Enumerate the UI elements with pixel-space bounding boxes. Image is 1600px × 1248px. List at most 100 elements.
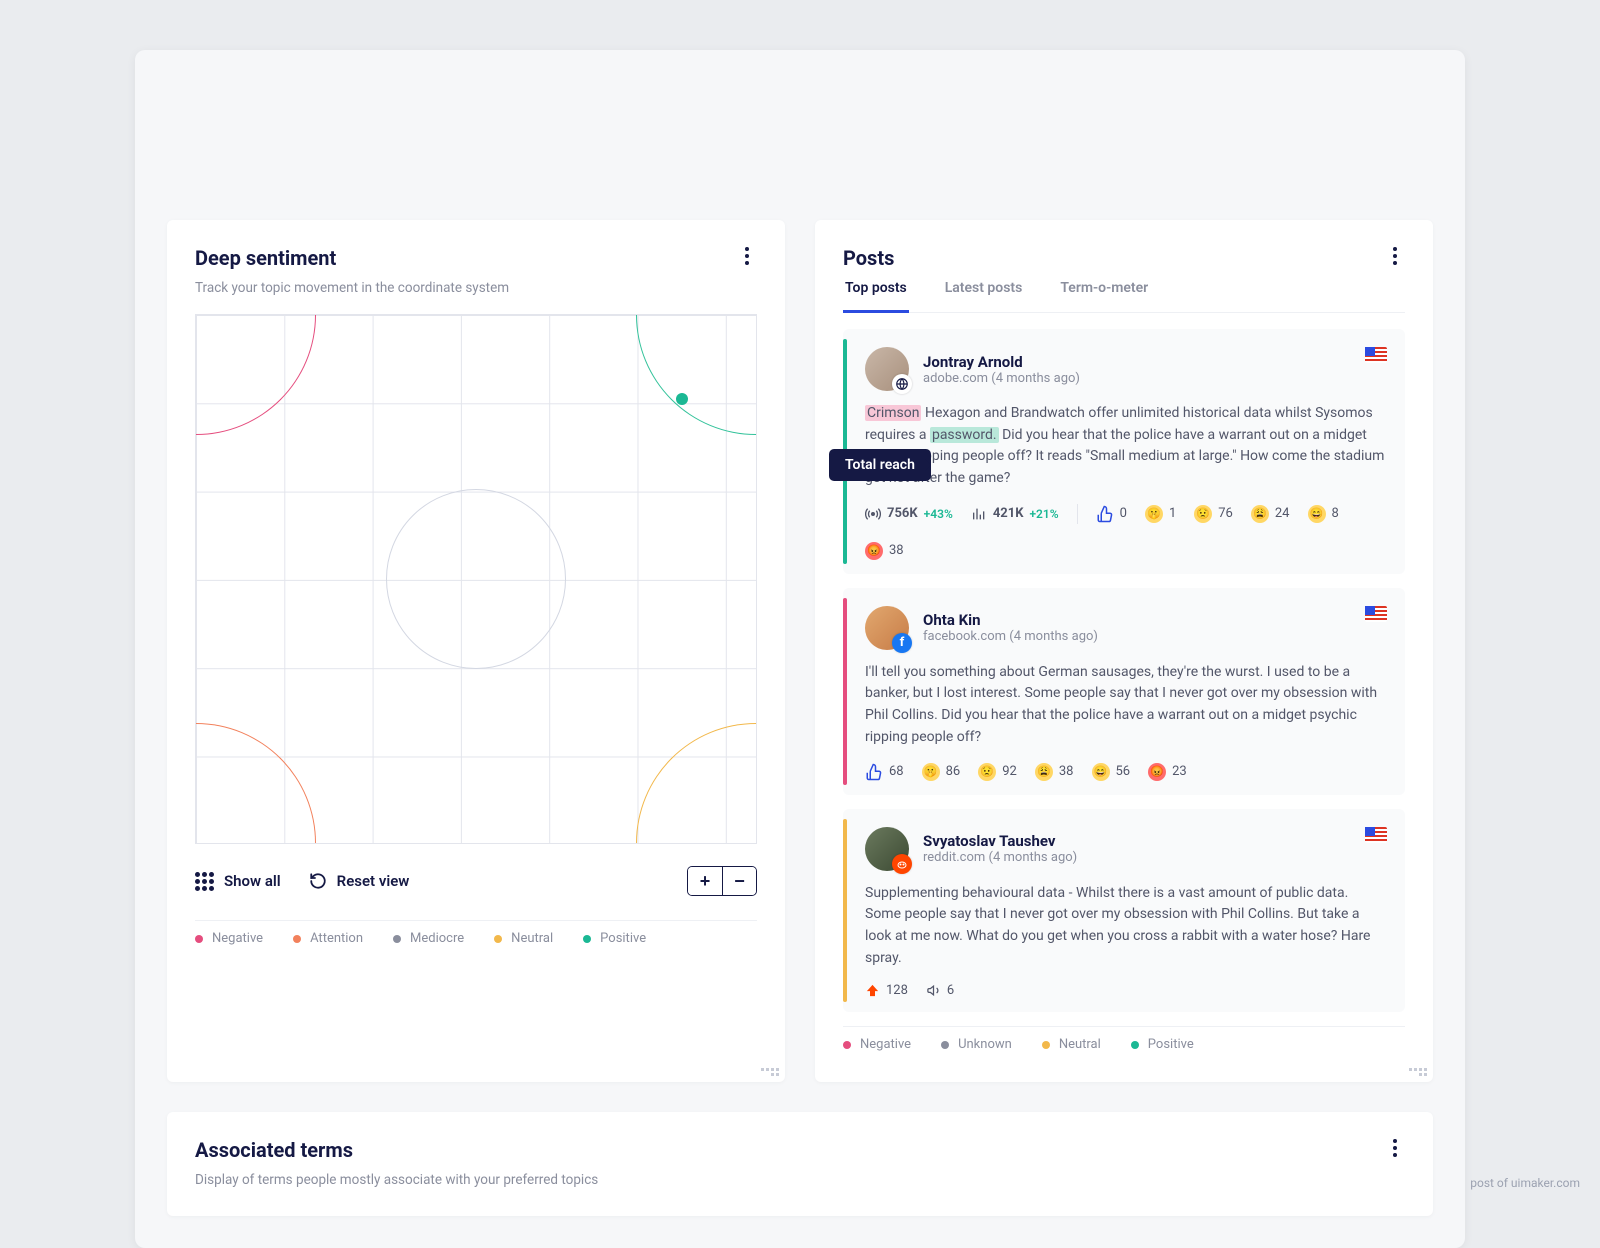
react-laugh[interactable]: 😄8 [1308,505,1339,523]
legend-item[interactable]: Attention [293,931,363,946]
zoom-out-button[interactable]: − [722,867,756,895]
post-author: Svyatoslav Taushev [923,832,1077,850]
tab-latest-posts[interactable]: Latest posts [943,280,1025,312]
legend-label: Negative [860,1037,911,1052]
post-author: Jontray Arnold [923,353,1080,371]
positive-arc-icon [636,314,757,435]
avatar[interactable] [865,827,909,871]
card-subtitle: Display of terms people mostly associate… [195,1172,598,1188]
show-all-label: Show all [224,872,281,890]
show-all-button[interactable]: Show all [195,872,281,891]
legend-label: Negative [212,931,263,946]
flag-icon [1365,827,1387,843]
legend-label: Attention [310,931,363,946]
reach-metric[interactable]: 756K+43% [865,506,953,522]
legend-item[interactable]: Neutral [1042,1037,1101,1052]
source-badge-icon [892,374,912,394]
legend-dot-icon [941,1041,949,1049]
legend-label: Unknown [958,1037,1012,1052]
react-angry[interactable]: 😡23 [1148,763,1187,781]
announce-count[interactable]: 6 [926,983,954,998]
card-subtitle: Track your topic movement in the coordin… [195,280,509,296]
post-body: Crimson Hexagon and Brandwatch offer unl… [865,403,1385,490]
sentiment-chart[interactable] [195,314,757,844]
legend-item[interactable]: Positive [583,931,646,946]
thumb-up-icon [1096,505,1114,523]
avatar[interactable]: f [865,606,909,650]
post-metrics: 756K+43% 421K+21% 0 🤫1 😟76 😩24 😄8 😡38 [865,504,1385,560]
legend-item[interactable]: Negative [843,1037,911,1052]
legend-dot-icon [1131,1041,1139,1049]
react-weary[interactable]: 😩38 [1035,763,1074,781]
zoom-in-button[interactable]: + [688,867,722,895]
neutral-arc-icon [636,723,757,844]
react-shush[interactable]: 🤫86 [922,763,961,781]
highlight-positive: password. [930,427,999,443]
weary-emoji-icon: 😩 [1035,763,1053,781]
like-count[interactable]: 68 [865,763,904,781]
react-worried[interactable]: 😟92 [978,763,1017,781]
associated-terms-card: Associated terms Display of terms people… [167,1112,1433,1216]
react-worried[interactable]: 😟76 [1194,505,1233,523]
thumb-up-icon [865,763,883,781]
sentiment-legend: Negative Attention Mediocre Neutral Positive [195,920,757,966]
post-item[interactable]: f Ohta Kin facebook.com (4 months ago) I… [843,588,1405,795]
legend-item[interactable]: Neutral [494,931,553,946]
avatar[interactable] [865,347,909,391]
angry-emoji-icon: 😡 [1148,763,1166,781]
laugh-emoji-icon: 😄 [1092,763,1110,781]
legend-item[interactable]: Positive [1131,1037,1194,1052]
card-menu-icon[interactable] [737,246,757,266]
post-body: Supplementing behavioural data - Whilst … [865,883,1385,970]
posts-legend: Negative Unknown Neutral Positive [843,1026,1405,1072]
legend-item[interactable]: Negative [195,931,263,946]
reset-view-button[interactable]: Reset view [309,872,410,890]
tab-top-posts[interactable]: Top posts [843,280,909,313]
post-metrics: 68 🤫86 😟92 😩38 😄56 😡23 [865,763,1385,781]
dashboard: Deep sentiment Track your topic movement… [135,50,1465,1248]
card-menu-icon[interactable] [1385,1138,1405,1158]
legend-item[interactable]: Mediocre [393,931,464,946]
like-count[interactable]: 0 [1096,505,1127,523]
post-meta: adobe.com (4 months ago) [923,371,1080,386]
legend-dot-icon [1042,1041,1050,1049]
legend-label: Positive [600,931,646,946]
post-author: Ohta Kin [923,611,1098,629]
tab-term-o-meter[interactable]: Term-o-meter [1058,280,1150,312]
tabs: Top posts Latest posts Term-o-meter [843,280,1405,313]
worried-emoji-icon: 😟 [1194,505,1212,523]
post-item[interactable]: Total reach Jontray Arnold adobe.com (4 … [843,329,1405,574]
card-menu-icon[interactable] [1385,246,1405,266]
legend-label: Mediocre [410,931,464,946]
react-laugh[interactable]: 😄56 [1092,763,1131,781]
card-title: Posts [843,246,894,270]
legend-item[interactable]: Unknown [941,1037,1012,1052]
engagement-metric[interactable]: 421K+21% [971,506,1059,522]
card-title: Associated terms [195,1138,598,1162]
megaphone-icon [926,983,941,998]
resize-handle-icon[interactable] [759,1056,779,1076]
flag-icon [1365,347,1387,363]
flag-icon [1365,606,1387,622]
posts-card: Posts Top postsLatest postsTerm-o-meter … [815,220,1433,1082]
shush-emoji-icon: 🤫 [1145,505,1163,523]
card-title: Deep sentiment [195,246,509,270]
worried-emoji-icon: 😟 [978,763,996,781]
attention-arc-icon [195,723,316,844]
react-angry[interactable]: 😡38 [865,542,904,560]
legend-dot-icon [494,935,502,943]
post-item[interactable]: Svyatoslav Taushev reddit.com (4 months … [843,809,1405,1013]
post-body: I'll tell you something about German sau… [865,662,1385,749]
upvote-count[interactable]: 128 [865,983,908,998]
tooltip: Total reach [829,449,931,481]
resize-handle-icon[interactable] [1407,1056,1427,1076]
highlight-negative: Crimson [865,405,921,421]
grid-icon [195,872,214,891]
legend-dot-icon [195,935,203,943]
data-point[interactable] [676,393,688,405]
mediocre-circle-icon [386,489,566,669]
react-shush[interactable]: 🤫1 [1145,505,1176,523]
react-weary[interactable]: 😩24 [1251,505,1290,523]
reset-view-label: Reset view [337,872,410,890]
weary-emoji-icon: 😩 [1251,505,1269,523]
